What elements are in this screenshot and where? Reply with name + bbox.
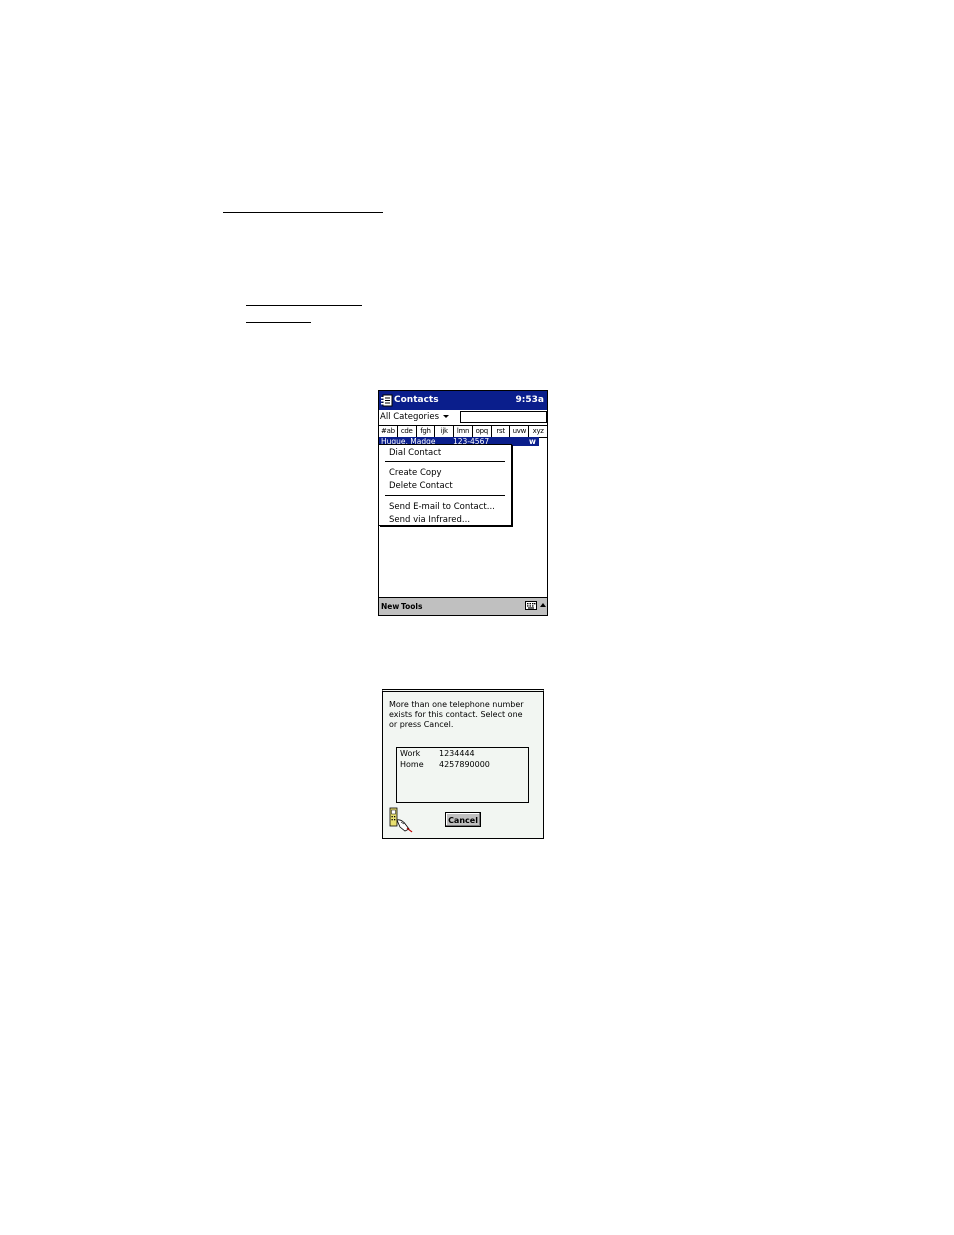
contacts-window: Contacts 9:53a All Categories #ab cde fg… (378, 390, 548, 616)
tab-xyz[interactable]: xyz (528, 426, 547, 437)
tab-opq[interactable]: opq (471, 426, 491, 437)
chevron-down-icon (443, 415, 450, 418)
heading-underline (223, 212, 383, 213)
menu-separator (385, 495, 505, 496)
phone-number: 1234444 (439, 749, 475, 758)
cancel-button[interactable]: Cancel (445, 812, 481, 827)
select-phone-dialog: More than one telephone number exists fo… (382, 689, 544, 839)
category-dropdown[interactable]: All Categories (380, 412, 450, 422)
tab-ab[interactable]: #ab (379, 426, 397, 437)
contact-context-menu: Dial Contact Create Copy Delete Contact … (379, 444, 512, 526)
tab-fgh[interactable]: fgh (415, 426, 435, 437)
tab-cde[interactable]: cde (396, 426, 416, 437)
contacts-app-icon[interactable] (381, 394, 393, 407)
menu-item-send-email[interactable]: Send E-mail to Contact... (389, 502, 495, 512)
phone-number-list: Work 1234444 Home 4257890000 (396, 747, 529, 803)
phone-dial-icon (389, 807, 413, 833)
tab-uvw[interactable]: uvw (509, 426, 528, 437)
new-menu[interactable]: New (381, 602, 399, 611)
phone-type: Work (400, 749, 421, 758)
dialog-message-line: More than one telephone number (389, 700, 524, 709)
menu-separator (385, 461, 505, 462)
tools-menu[interactable]: Tools (401, 602, 422, 611)
tab-lmn[interactable]: lmn (453, 426, 472, 437)
menu-item-delete-contact[interactable]: Delete Contact (389, 481, 453, 491)
find-input[interactable] (460, 411, 547, 423)
title-bar: Contacts 9:53a (379, 391, 547, 410)
phone-number: 4257890000 (439, 760, 490, 769)
app-title: Contacts (394, 395, 439, 405)
category-row: All Categories (379, 410, 547, 424)
tab-rst[interactable]: rst (490, 426, 510, 437)
dialog-message: More than one telephone number exists fo… (389, 700, 539, 730)
keyboard-icon[interactable] (525, 601, 537, 610)
command-bar: New Tools (379, 597, 547, 615)
dialog-message-line: or press Cancel. (389, 720, 454, 729)
menu-item-dial-contact[interactable]: Dial Contact (389, 448, 441, 458)
tab-ijk[interactable]: ijk (434, 426, 453, 437)
menu-item-create-copy[interactable]: Create Copy (389, 468, 442, 478)
subheading-underline-1 (246, 305, 362, 306)
category-label: All Categories (380, 412, 440, 422)
sip-up-arrow-icon[interactable] (540, 603, 546, 607)
dialog-message-line: exists for this contact. Select one (389, 710, 523, 719)
clock[interactable]: 9:53a (516, 395, 544, 405)
menu-item-send-infrared[interactable]: Send via Infrared... (389, 515, 470, 525)
contact-phone-type: w (529, 437, 536, 446)
subheading-underline-2 (246, 322, 311, 323)
phone-type: Home (400, 760, 424, 769)
